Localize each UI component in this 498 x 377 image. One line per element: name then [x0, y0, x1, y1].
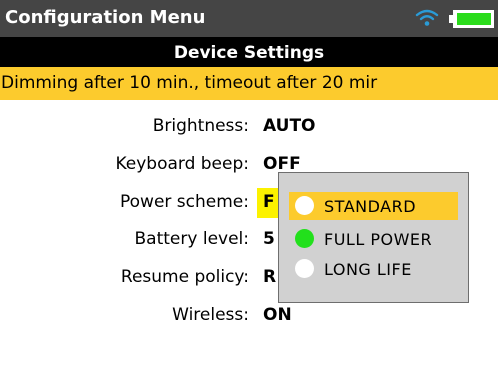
option-full-power[interactable]: FULL POWER — [289, 225, 458, 253]
option-label: LONG LIFE — [324, 260, 412, 279]
setting-value: ON — [263, 305, 292, 325]
setting-value: 5 — [263, 229, 275, 249]
option-label: FULL POWER — [324, 230, 433, 249]
option-long-life[interactable]: LONG LIFE — [289, 255, 458, 283]
setting-label: Keyboard beep: — [115, 154, 249, 174]
setting-value: AUTO — [263, 116, 316, 136]
setting-row-brightness[interactable]: Brightness: AUTO — [0, 112, 498, 142]
setting-value: R — [263, 267, 277, 287]
setting-row-wireless[interactable]: Wireless: ON — [0, 301, 498, 331]
radio-dot-icon — [295, 259, 314, 278]
option-standard[interactable]: STANDARD — [289, 192, 458, 220]
radio-dot-icon — [295, 229, 314, 248]
setting-label: Resume policy: — [120, 267, 249, 287]
power-scheme-popup: STANDARD FULL POWER LONG LIFE — [278, 172, 469, 303]
section-header: Device Settings — [0, 37, 498, 67]
radio-dot-icon — [295, 196, 314, 215]
setting-label: Battery level: — [134, 229, 249, 249]
battery-icon — [449, 10, 495, 32]
wifi-icon — [415, 8, 439, 32]
setting-label: Wireless: — [172, 305, 249, 325]
option-label: STANDARD — [324, 197, 417, 216]
section-title: Device Settings — [173, 43, 325, 63]
title-bar: Configuration Menu — [0, 0, 498, 37]
setting-value: OFF — [263, 154, 301, 174]
setting-label: Brightness: — [152, 116, 249, 136]
status-text: Dimming after 10 min., timeout after 20 … — [1, 73, 378, 93]
app-title: Configuration Menu — [5, 7, 206, 28]
setting-label: Power scheme: — [120, 192, 249, 212]
status-banner: Dimming after 10 min., timeout after 20 … — [0, 67, 498, 100]
